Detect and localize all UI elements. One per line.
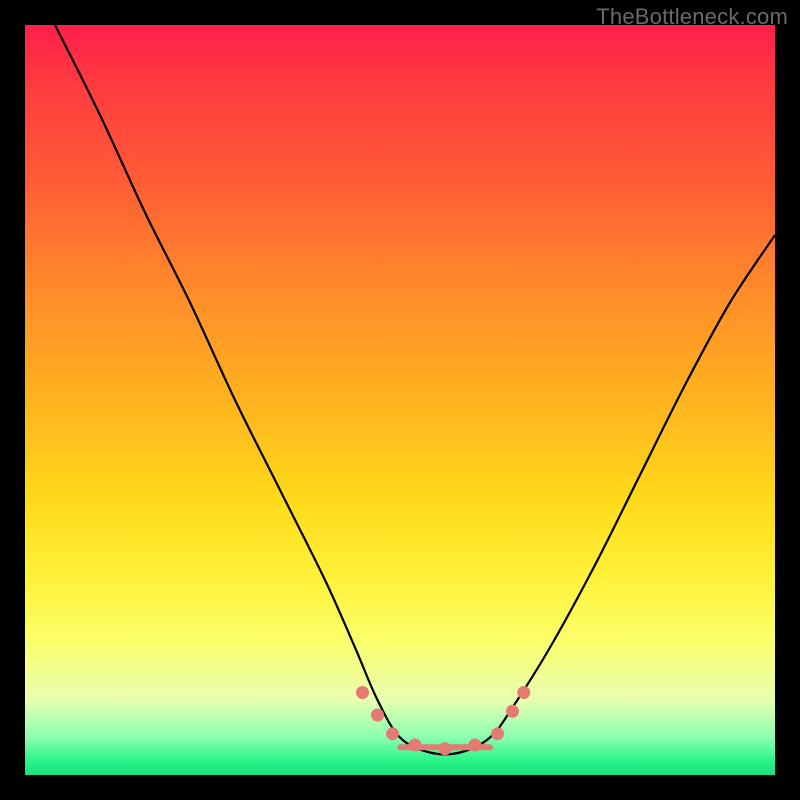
valley-dot <box>469 739 482 752</box>
curve-svg <box>25 25 775 775</box>
valley-dot <box>439 742 452 755</box>
watermark-text: TheBottleneck.com <box>596 4 788 30</box>
valley-dot <box>386 727 399 740</box>
bottleneck-curve <box>55 25 775 754</box>
valley-dot <box>409 739 422 752</box>
valley-dot <box>517 686 530 699</box>
plot-area <box>25 25 775 775</box>
valley-dot <box>506 705 519 718</box>
valley-dot <box>491 727 504 740</box>
outer-frame: TheBottleneck.com <box>0 0 800 800</box>
valley-dot <box>371 709 384 722</box>
valley-dot <box>356 686 369 699</box>
